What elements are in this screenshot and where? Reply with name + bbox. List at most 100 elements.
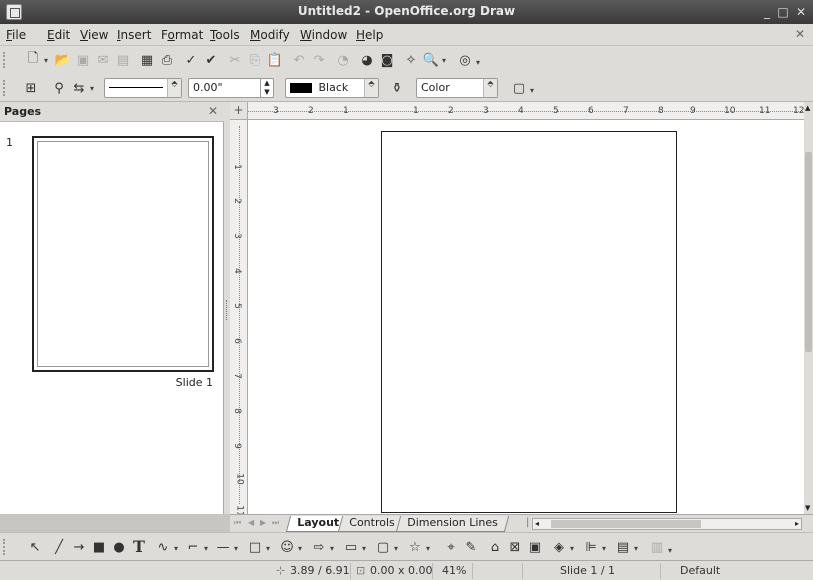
close-icon[interactable]: ✕ [794,5,808,19]
area-fill-icon[interactable]: ⚱ [388,79,406,97]
email-icon[interactable]: ✉ [94,51,112,69]
area-style-select[interactable]: Color ⬘ [416,78,498,98]
line-color-select[interactable]: Black ⬘ [285,78,379,98]
menu-edit[interactable]: Edit [47,28,70,42]
menu-modify[interactable]: Modify [250,28,290,42]
scroll-left-icon[interactable]: ◂ [535,519,539,528]
toolbar-overflow-icon[interactable]: ▾ [476,58,480,67]
shadow-icon[interactable]: ▢ [510,79,528,97]
scroll-up-icon[interactable]: ▲ [805,104,810,112]
menu-tools[interactable]: Tools [210,28,240,42]
align-icon[interactable]: ⊫ [582,538,600,556]
tab-splitter[interactable]: | [526,517,529,528]
zoom-dropdown-icon[interactable]: ▾ [442,56,446,65]
gallery-icon[interactable]: ▣ [526,538,544,556]
open-icon[interactable]: 📂 [54,51,72,69]
area-style-dropdown-icon[interactable]: ⬘ [483,79,497,97]
menu-file[interactable]: File [6,28,26,42]
flowchart-dropdown-icon[interactable]: ▾ [362,544,366,553]
connector-dropdown-icon[interactable]: ▾ [204,544,208,553]
last-tab-icon[interactable]: ⏭ [272,518,282,530]
line-width-field[interactable]: 0.00" [188,78,266,98]
select-icon[interactable]: ↖ [26,538,44,556]
chart-icon[interactable]: ◔ [334,51,352,69]
minimize-icon[interactable]: _ [760,5,774,19]
line-arrow-dropdown-icon[interactable]: ▾ [234,544,238,553]
undo-icon[interactable]: ↶ [290,51,308,69]
toolbar-grip[interactable] [3,80,7,96]
symbol-shapes-dropdown-icon[interactable]: ▾ [298,544,302,553]
scrollbar-thumb[interactable] [805,152,812,352]
styles-icon[interactable]: ⚲ [50,79,68,97]
line-width-stepper[interactable]: ▲ ▼ [260,78,274,98]
connector-icon[interactable]: ⌐ [184,538,202,556]
menu-help[interactable]: Help [356,28,383,42]
callouts-icon[interactable]: ▢ [374,538,392,556]
autospell-icon[interactable]: ✔ [202,51,220,69]
toolbar-overflow-icon[interactable]: ▾ [530,86,534,95]
vertical-ruler[interactable]: 1 2 3 4 5 6 7 8 9 10 11 [230,120,248,517]
vertical-scrollbar[interactable]: ▲ ▼ [804,102,813,514]
first-tab-icon[interactable]: ⏮ [234,518,244,530]
symbol-shapes-icon[interactable]: ☺ [278,538,296,556]
text-icon[interactable]: T [130,537,148,556]
basic-shapes-icon[interactable]: □ [246,538,264,556]
toolbar-overflow-icon[interactable]: ▾ [668,546,672,555]
prev-tab-icon[interactable]: ◀ [248,518,258,530]
page-thumbnail[interactable] [32,136,214,372]
toolbar-grip[interactable] [3,539,7,555]
grid-icon[interactable]: ⊞ [22,79,40,97]
flowchart-icon[interactable]: ▭ [342,538,360,556]
edit-file-icon[interactable]: ▤ [114,51,132,69]
paste-icon[interactable]: 📋 [266,51,284,69]
maximize-icon[interactable]: □ [776,5,790,19]
menu-format[interactable]: Format [161,28,203,42]
arrow-icon[interactable]: → [70,538,88,556]
stars-icon[interactable]: ☆ [406,538,424,556]
line-style-select[interactable]: ⬘ [104,78,182,98]
horizontal-scrollbar[interactable]: ◂ ▸ [532,518,802,530]
menu-view[interactable]: View [80,28,108,42]
callouts-dropdown-icon[interactable]: ▾ [394,544,398,553]
arrange-dropdown-icon[interactable]: ▾ [634,544,638,553]
effects-icon[interactable]: ◕ [358,51,376,69]
next-tab-icon[interactable]: ▶ [260,518,270,530]
stars-dropdown-icon[interactable]: ▾ [426,544,430,553]
points-icon[interactable]: ⌖ [442,538,460,556]
tab-dimension-lines[interactable]: Dimension Lines [395,516,509,532]
zoom-icon[interactable]: 🔍 [422,51,440,69]
save-icon[interactable]: ▣ [74,51,92,69]
close-pane-icon[interactable]: ✕ [208,104,218,118]
help-icon[interactable]: ◎ [456,51,474,69]
extrusion-dropdown-icon[interactable]: ▾ [570,544,574,553]
menu-insert[interactable]: Insert [117,28,151,42]
spellcheck-icon[interactable]: ✓ [182,51,200,69]
shadow-icon[interactable]: ▥ [648,538,666,556]
block-arrows-icon[interactable]: ⇨ [310,538,328,556]
navigator-icon[interactable]: ✧ [402,51,420,69]
fontwork-icon[interactable]: ⌂ [486,538,504,556]
horizontal-ruler[interactable]: 3 2 1 1 2 3 4 5 6 7 8 9 10 11 12 [230,102,813,120]
status-zoom[interactable]: 41% [442,564,466,577]
redo-icon[interactable]: ↷ [310,51,328,69]
scrollbar-thumb[interactable] [551,520,701,528]
curve-dropdown-icon[interactable]: ▾ [174,544,178,553]
line-arrow-icon[interactable]: — [214,538,232,556]
menu-window[interactable]: Window [300,28,347,42]
block-arrows-dropdown-icon[interactable]: ▾ [330,544,334,553]
ruler-origin-icon[interactable]: + [230,102,248,120]
line-ends-dropdown-icon[interactable]: ▾ [90,84,94,93]
toolbar-grip[interactable] [3,52,7,68]
extrusion-icon[interactable]: ◈ [550,538,568,556]
scroll-down-icon[interactable]: ▼ [805,504,810,512]
curve-icon[interactable]: ∿ [154,538,172,556]
align-dropdown-icon[interactable]: ▾ [602,544,606,553]
copy-icon[interactable]: ⎘ [246,51,264,69]
ellipse-icon[interactable]: ● [110,538,128,556]
new-dropdown-icon[interactable]: ▾ [44,56,48,65]
close-document-icon[interactable]: ✕ [795,27,805,41]
scroll-right-icon[interactable]: ▸ [795,519,799,528]
line-color-dropdown-icon[interactable]: ⬘ [364,79,378,97]
arrange-icon[interactable]: ▤ [614,538,632,556]
drawing-page[interactable] [381,131,677,513]
